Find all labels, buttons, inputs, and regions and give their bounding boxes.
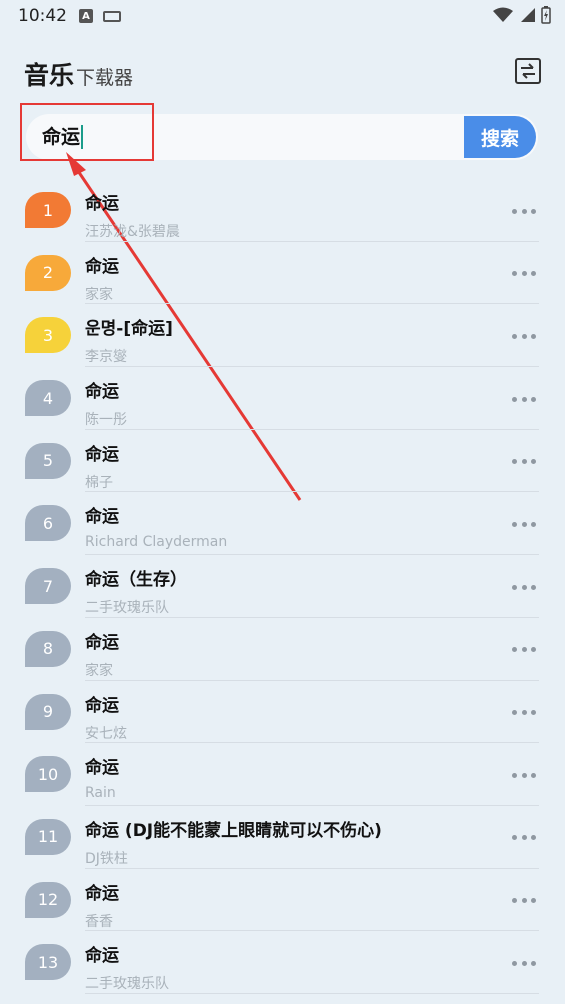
song-artist: 二手玫瑰乐队: [85, 976, 169, 993]
song-artist: Rain: [85, 785, 116, 802]
song-title: 命运: [85, 695, 119, 716]
song-title: 命运: [85, 194, 119, 214]
result-item[interactable]: 13 命运二手玫瑰乐队: [0, 931, 565, 994]
result-item[interactable]: 5 命运棉子: [0, 430, 565, 493]
more-options-icon[interactable]: [512, 891, 536, 911]
song-artist: Richard Clayderman: [85, 534, 228, 551]
song-title: 命运: [85, 632, 119, 653]
result-list: 1 命运 汪苏泷&张碧晨 2 命运 家家 3 운명-[命运] 李京燮 4 命运 陈一彤 5 命运 棉子 6 命运…: [0, 179, 565, 994]
song-title: 命运: [85, 758, 119, 779]
song-artist: 棉子: [85, 474, 113, 491]
song-title: 命运 (DJ能不能蒙上眼睛就可以不伤心): [85, 820, 382, 841]
rank-badge: 13: [25, 944, 71, 981]
rank-badge: 12: [25, 881, 71, 918]
more-options-icon[interactable]: [512, 828, 536, 848]
rank-badge: 11: [25, 818, 71, 855]
result-item[interactable]: 6 命运 Richard Clayderman: [0, 492, 565, 556]
song-title: 命运: [85, 444, 119, 465]
result-item[interactable]: 11 命运 (DJ能不能蒙上眼睛就可以不伤心) DJ铁柱: [0, 806, 565, 869]
song-artist: 安七炫: [85, 725, 127, 742]
song-title: 命运（生存）: [85, 570, 187, 591]
result-item[interactable]: 10 命运 Rain: [0, 743, 565, 806]
more-options-icon[interactable]: [512, 452, 536, 472]
song-title: 운명-[命运]: [85, 319, 173, 340]
song-title: 命运: [85, 507, 119, 528]
result-item[interactable]: 7 命运（生存） 二手玫瑰乐队: [0, 555, 565, 618]
rank-badge: 5: [25, 442, 71, 479]
more-options-icon[interactable]: [512, 514, 536, 534]
more-options-icon[interactable]: [512, 201, 536, 221]
rank-badge: 7: [25, 568, 71, 605]
more-options-icon[interactable]: [512, 389, 536, 409]
rank-badge: 2: [25, 254, 71, 291]
song-artist: DJ铁柱: [85, 850, 128, 867]
rank-badge: 8: [25, 630, 71, 667]
song-artist: 汪苏泷&张碧晨: [85, 224, 180, 240]
song-artist: 二手玫瑰乐队: [85, 600, 169, 617]
result-item[interactable]: 4 命运陈一彤: [0, 367, 565, 430]
more-options-icon[interactable]: [512, 577, 536, 597]
result-item[interactable]: 3 운명-[命运] 李京燮: [0, 304, 565, 368]
more-options-icon[interactable]: [512, 765, 536, 785]
song-title: 命运: [85, 256, 119, 277]
result-item[interactable]: 1 命运汪苏泷&张碧晨: [0, 179, 565, 242]
divider: [85, 992, 539, 994]
song-artist: 陈一彤: [85, 412, 127, 429]
rank-badge: 4: [25, 380, 71, 417]
more-options-icon[interactable]: [512, 703, 536, 723]
result-item[interactable]: 9 命运安七炫: [0, 681, 565, 744]
song-artist: 家家: [85, 662, 113, 679]
result-item[interactable]: 8 命运家家: [0, 618, 565, 681]
more-options-icon[interactable]: [512, 326, 536, 346]
rank-badge: 3: [25, 317, 71, 354]
song-artist: 家家: [85, 286, 113, 303]
song-title: 命运: [85, 883, 119, 904]
rank-badge: 10: [25, 756, 71, 793]
song-title: 命运: [85, 946, 119, 967]
result-item[interactable]: 2 命运家家: [0, 242, 565, 305]
more-options-icon[interactable]: [512, 264, 536, 284]
song-title: 命运: [85, 382, 119, 403]
rank-badge: 1: [25, 192, 71, 228]
song-artist: 香香: [85, 913, 113, 930]
more-options-icon[interactable]: [512, 953, 536, 973]
rank-badge: 9: [25, 693, 71, 730]
rank-badge: 6: [25, 505, 71, 542]
song-artist: 李京燮: [85, 349, 127, 366]
result-item[interactable]: 12 命运香香: [0, 869, 565, 932]
more-options-icon[interactable]: [512, 640, 536, 660]
